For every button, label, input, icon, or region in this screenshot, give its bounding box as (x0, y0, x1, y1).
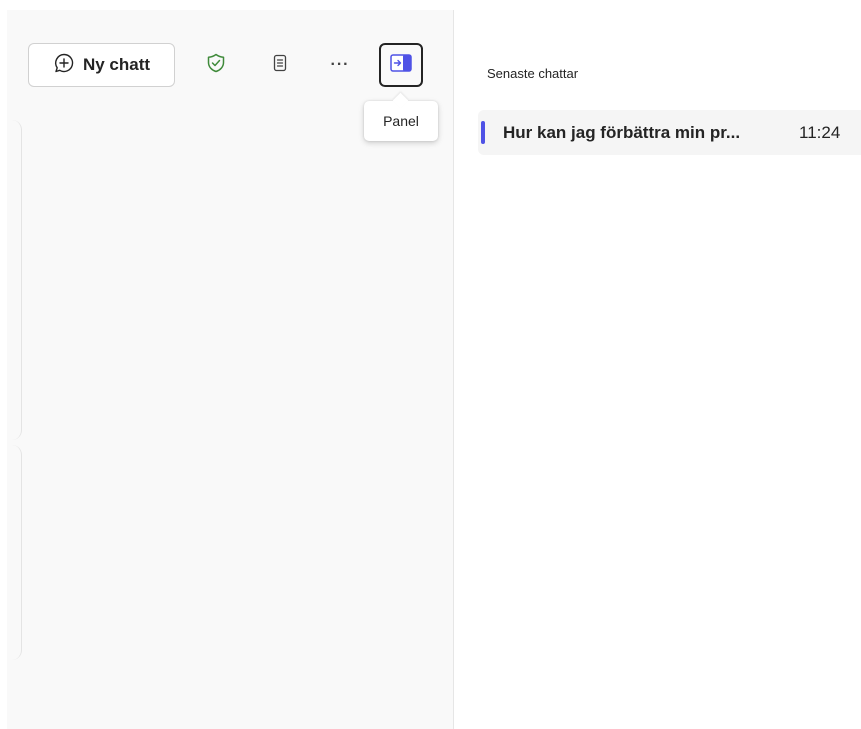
add-chat-icon (53, 52, 75, 79)
chat-item-title: Hur kan jag förbättra min pr... (503, 123, 741, 142)
pane-edge (7, 445, 22, 660)
selected-indicator (481, 121, 485, 144)
new-chat-label: Ny chatt (82, 55, 151, 74)
notes-icon (270, 53, 290, 78)
shield-check-icon (205, 52, 227, 79)
recent-chat-item[interactable]: Hur kan jag förbättra min pr... 11:24 (478, 110, 861, 155)
more-icon: ··· (330, 56, 350, 73)
more-options-button[interactable]: ··· (318, 43, 362, 87)
recent-chats-pane: Senaste chattar Hur kan jag förbättra mi… (454, 10, 861, 729)
privacy-button[interactable] (194, 43, 238, 87)
new-chat-button[interactable]: Ny chatt (28, 43, 175, 87)
panel-button[interactable] (379, 43, 423, 87)
recent-chats-title: Senaste chattar (487, 66, 579, 81)
chat-item-time: 11:24 (799, 123, 841, 142)
pane-edge (7, 120, 22, 440)
notes-button[interactable] (258, 43, 302, 87)
panel-icon (390, 53, 412, 77)
panel-tooltip: Panel (364, 101, 438, 141)
